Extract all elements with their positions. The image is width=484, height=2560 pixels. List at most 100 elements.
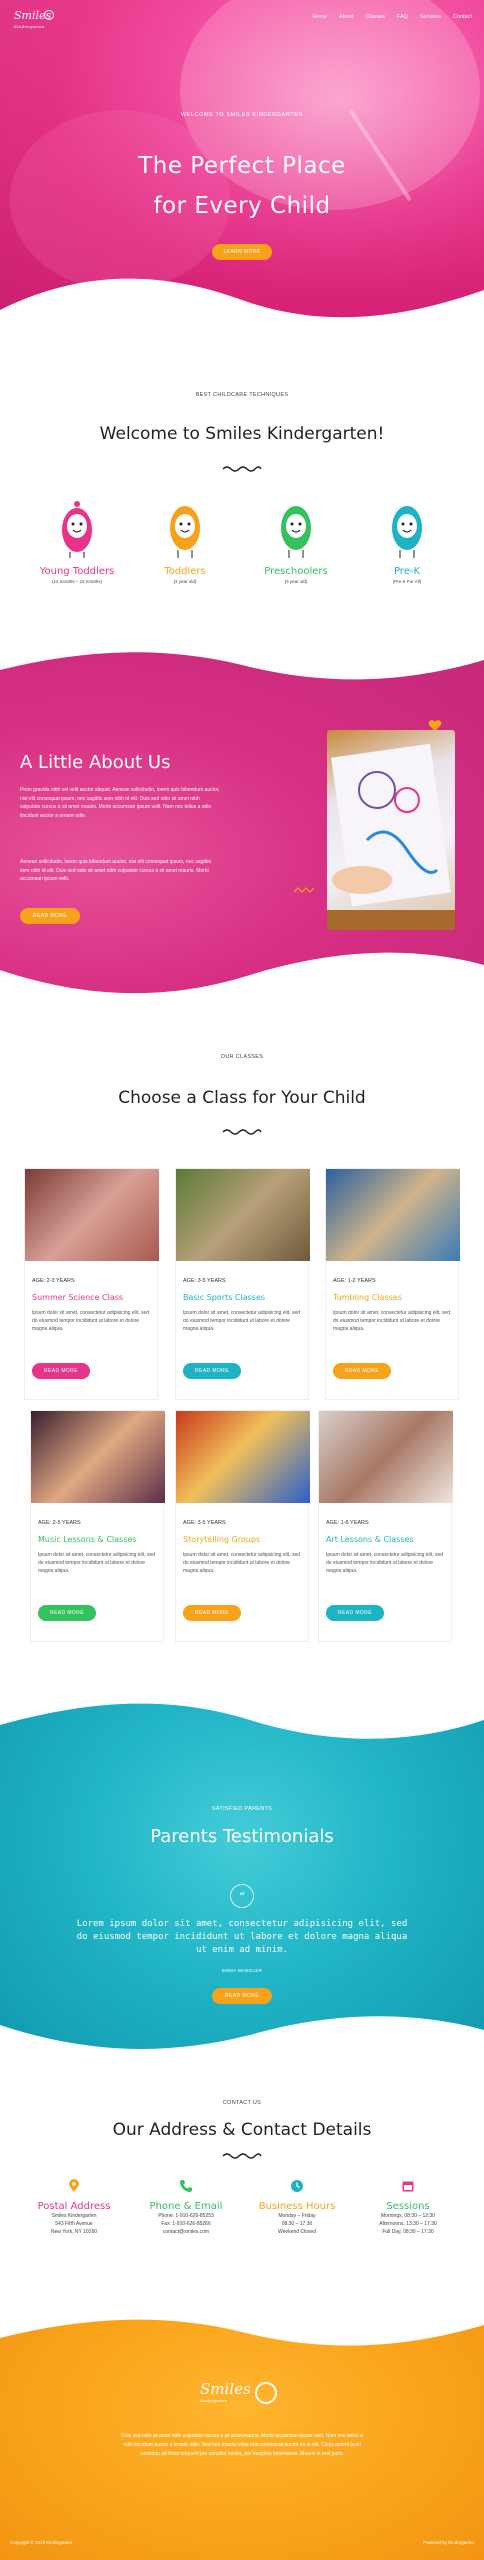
program-young-toddlers[interactable]: Young Toddlers (12 months – 23 months): [27, 498, 127, 584]
welcome-eyebrow: BEST CHILDCARE TECHNIQUES: [195, 392, 289, 398]
class-title[interactable]: Summer Science Class: [32, 1293, 123, 1302]
program-age: (12 months – 23 months): [51, 579, 103, 584]
class-card[interactable]: AGE: 1-6 YEARS Art Lessons & Classes Ips…: [318, 1410, 453, 1642]
program-preschoolers[interactable]: Preschoolers (3 year old): [246, 498, 346, 584]
hero-title-line1: The Perfect Place: [138, 153, 346, 179]
testimonials-section: SATISFIED PARENTS Parents Testimonials “…: [0, 1690, 484, 2060]
pink-character-icon: [62, 501, 92, 558]
contact-line: Monday – Friday: [278, 2213, 316, 2219]
orange-character-icon: [170, 506, 200, 558]
class-age: AGE: 3-5 YEARS: [183, 1278, 226, 1284]
about-paragraph-2: Aenean sollicitudin, lorem quis bibendum…: [20, 859, 211, 882]
welcome-title: Welcome to Smiles Kindergarten!: [99, 424, 385, 444]
contact-phone-email: Phone & Email Phone: 1-910-626-85253 Fax…: [126, 2178, 246, 2236]
class-card[interactable]: AGE: 2-5 YEARS Music Lessons & Classes I…: [30, 1410, 165, 1642]
class-card[interactable]: AGE: 1-2 YEARS Tumbling Classes Ipsum do…: [325, 1168, 460, 1400]
contact-line: Smiles Kindergarten: [51, 2213, 97, 2219]
phone-icon: [180, 2180, 192, 2192]
menu-item-about[interactable]: About: [339, 14, 353, 20]
class-read-more-button[interactable]: READ MORE: [326, 1605, 384, 1621]
class-description: Ipsum dolor sit amet, consectetur adipis…: [183, 1552, 300, 1574]
squiggle-divider-icon: [222, 2153, 262, 2159]
teal-character-icon: [392, 506, 422, 558]
menu-item-contact[interactable]: Contact: [453, 14, 472, 20]
contact-sessions: Sessions Mornings, 08:30 – 12:30 Afterno…: [348, 2178, 468, 2236]
zigzag-decoration-icon: [294, 887, 314, 893]
footer-about-text: Duis sed odio sit amet nibh vulputate cu…: [121, 2433, 363, 2457]
footer-powered-by[interactable]: Powered by Kindergarten: [423, 2540, 474, 2545]
contact-line: 08:30 – 17:30: [281, 2221, 313, 2227]
testimonials-top-wave: [0, 1690, 484, 1739]
contact-business-hours: Business Hours Monday – Friday 08:30 – 1…: [237, 2178, 357, 2236]
class-description: Ipsum dolor sit amet, consectetur adipis…: [333, 1310, 450, 1332]
smile-logo-icon: [44, 10, 54, 20]
footer-logo[interactable]: Smiles Kindergarten: [200, 2380, 284, 2414]
about-read-more-button[interactable]: READ MORE: [20, 908, 80, 924]
class-read-more-button[interactable]: READ MORE: [333, 1363, 391, 1379]
class-title[interactable]: Art Lessons & Classes: [326, 1535, 414, 1544]
class-title[interactable]: Storytelling Groups: [183, 1535, 260, 1544]
testimonial-author: EMMA WHEELER: [221, 1968, 263, 1973]
contact-line[interactable]: contact@smiles.com: [126, 2228, 246, 2236]
menu-item-home[interactable]: Home: [312, 14, 327, 20]
class-photo: [31, 1411, 165, 1503]
footer-top-wave: [0, 2310, 484, 2346]
classes-eyebrow: OUR CLASSES: [220, 1054, 264, 1060]
program-age: (Pre-K For All): [392, 579, 422, 584]
smile-logo-icon: [255, 2382, 277, 2404]
class-photo: [176, 1411, 310, 1503]
about-paragraph-1: Proin gravida nibh vel velit auctor aliq…: [20, 787, 220, 819]
program-toddlers[interactable]: Toddlers (2 year old): [135, 498, 235, 584]
class-read-more-button[interactable]: READ MORE: [183, 1363, 241, 1379]
drawing-photo-art: [327, 743, 455, 930]
hero-bottom-wave: [0, 278, 484, 332]
class-title[interactable]: Tumbling Classes: [333, 1293, 402, 1302]
calendar-icon: [402, 2181, 414, 2192]
main-menu: Home About Classes FAQ Services Contact: [312, 14, 472, 20]
class-card[interactable]: AGE: 3-5 YEARS Basic Sports Classes Ipsu…: [175, 1168, 310, 1400]
about-section: A Little About Us Proin gravida nibh vel…: [0, 640, 484, 1000]
contact-postal: Postal Address Smiles Kindergarten 543 F…: [14, 2178, 134, 2236]
testimonial-quote: Lorem ipsum dolor sit amet, consectetur …: [76, 1919, 408, 1955]
class-age: AGE: 1-2 YEARS: [333, 1278, 376, 1284]
program-age: (3 year old): [284, 579, 308, 584]
squiggle-divider-icon: [222, 1129, 262, 1135]
contact-line: Afternoons, 13:30 – 17:30: [379, 2221, 437, 2227]
class-read-more-button[interactable]: READ MORE: [183, 1605, 241, 1621]
menu-item-services[interactable]: Services: [420, 14, 441, 20]
menu-item-faq[interactable]: FAQ: [397, 14, 408, 20]
contact-line: New York, NY 10160: [50, 2229, 98, 2235]
program-age: (2 year old): [173, 579, 197, 584]
hero-eyebrow: WELCOME TO SMILES KINDERGARTEN: [180, 112, 304, 118]
class-description: Ipsum dolor sit amet, consectetur adipis…: [326, 1552, 443, 1574]
contact-line[interactable]: Phone: 1-910-626-85253: [126, 2212, 246, 2220]
menu-item-classes[interactable]: Classes: [365, 14, 385, 20]
contact-eyebrow: CONTACT US: [222, 2100, 262, 2106]
hero-learn-more-button[interactable]: LEARN MORE: [212, 244, 272, 260]
footer: Smiles Kindergarten Duis sed odio sit am…: [0, 2310, 484, 2560]
hero-title-line2: for Every Child: [153, 193, 331, 219]
classes-title: Choose a Class for Your Child: [118, 1088, 366, 1108]
testimonials-bottom-wave: [0, 2016, 484, 2060]
program-pre-k[interactable]: Pre-K (Pre-K For All): [357, 498, 457, 584]
testimonials-title: Parents Testimonials: [150, 1826, 334, 1847]
contact-title: Our Address & Contact Details: [112, 2120, 372, 2140]
squiggle-divider-icon: [222, 466, 262, 472]
class-read-more-button[interactable]: READ MORE: [32, 1363, 90, 1379]
class-age: AGE: 2-5 YEARS: [38, 1520, 81, 1526]
class-card[interactable]: AGE: 3-5 YEARS Storytelling Groups Ipsum…: [175, 1410, 310, 1642]
class-title[interactable]: Basic Sports Classes: [183, 1293, 265, 1302]
class-age: AGE: 1-6 YEARS: [326, 1520, 369, 1526]
site-logo[interactable]: Smiles Kindergarten: [14, 10, 54, 32]
program-label: Young Toddlers: [39, 566, 115, 577]
about-top-wave: [0, 640, 484, 680]
green-character-icon: [281, 506, 311, 558]
top-nav: Smiles Kindergarten Home About Classes F…: [0, 8, 484, 34]
class-card[interactable]: AGE: 2-3 YEARS Summer Science Class Ipsu…: [24, 1168, 159, 1400]
class-title[interactable]: Music Lessons & Classes: [38, 1535, 136, 1544]
contact-line: Full Day, 08:30 – 17:30: [382, 2229, 434, 2235]
class-read-more-button[interactable]: READ MORE: [38, 1605, 96, 1621]
clock-icon: [291, 2180, 303, 2192]
class-photo: [319, 1411, 453, 1503]
contact-line: Weekend Closed: [278, 2229, 316, 2235]
